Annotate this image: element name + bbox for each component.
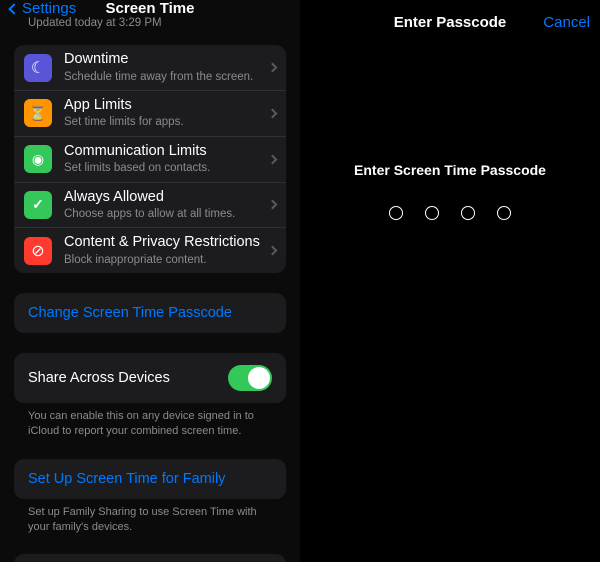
turn-off-button[interactable]: Turn Off Screen Time — [14, 554, 286, 562]
contact-icon — [24, 145, 52, 173]
check-icon — [24, 191, 52, 219]
cell-main: Downtime Schedule time away from the scr… — [64, 51, 263, 84]
cell-main: Always Allowed Choose apps to allow at a… — [64, 189, 263, 222]
family-group: Set Up Screen Time for Family — [14, 459, 286, 499]
share-toggle[interactable] — [228, 365, 272, 391]
cell-main: Communication Limits Set limits based on… — [64, 143, 263, 176]
cell-title: Always Allowed — [64, 189, 263, 206]
cell-always-allowed[interactable]: Always Allowed Choose apps to allow at a… — [14, 182, 286, 228]
setup-family-label: Set Up Screen Time for Family — [28, 471, 225, 487]
left-content[interactable]: Updated today at 3:29 PM Downtime Schedu… — [0, 17, 300, 562]
features-group: Downtime Schedule time away from the scr… — [14, 45, 286, 273]
passcode-dots[interactable] — [300, 206, 600, 220]
cell-main: App Limits Set time limits for apps. — [64, 97, 263, 130]
passcode-pane: Enter Passcode Cancel Enter Screen Time … — [300, 0, 600, 562]
share-footer: You can enable this on any device signed… — [14, 403, 286, 439]
share-group: Share Across Devices — [14, 353, 286, 403]
chevron-right-icon — [268, 200, 278, 210]
page-title: Screen Time — [106, 0, 195, 17]
passcode-dot — [497, 206, 511, 220]
family-footer: Set up Family Sharing to use Screen Time… — [14, 499, 286, 535]
chevron-left-icon — [8, 3, 19, 14]
chevron-right-icon — [268, 63, 278, 73]
cell-title: Content & Privacy Restrictions — [64, 234, 263, 251]
change-passcode-button[interactable]: Change Screen Time Passcode — [14, 293, 286, 333]
no-icon — [24, 237, 52, 265]
back-button[interactable]: Settings — [10, 0, 76, 17]
cell-title: Downtime — [64, 51, 263, 68]
cell-sub: Choose apps to allow at all times. — [64, 207, 263, 221]
share-label: Share Across Devices — [28, 370, 228, 386]
navbar-right: Enter Passcode Cancel — [300, 0, 600, 44]
share-devices-row[interactable]: Share Across Devices — [14, 353, 286, 403]
passcode-dot — [461, 206, 475, 220]
cell-app-limits[interactable]: App Limits Set time limits for apps. — [14, 90, 286, 136]
screen-time-pane: Settings Screen Time Updated today at 3:… — [0, 0, 300, 562]
cell-title: App Limits — [64, 97, 263, 114]
passcode-dot — [425, 206, 439, 220]
cell-content-privacy[interactable]: Content & Privacy Restrictions Block ina… — [14, 227, 286, 273]
turnoff-group: Turn Off Screen Time — [14, 554, 286, 562]
chevron-right-icon — [268, 246, 278, 256]
moon-icon — [24, 54, 52, 82]
cell-title: Communication Limits — [64, 143, 263, 160]
setup-family-button[interactable]: Set Up Screen Time for Family — [14, 459, 286, 499]
cell-downtime[interactable]: Downtime Schedule time away from the scr… — [14, 45, 286, 90]
cell-sub: Schedule time away from the screen. — [64, 70, 263, 84]
change-passcode-label: Change Screen Time Passcode — [28, 305, 232, 321]
hourglass-icon — [24, 99, 52, 127]
back-label: Settings — [22, 0, 76, 17]
passcode-dot — [389, 206, 403, 220]
passcode-title: Enter Passcode — [394, 14, 507, 31]
updated-label: Updated today at 3:29 PM — [14, 17, 286, 37]
cell-main: Content & Privacy Restrictions Block ina… — [64, 234, 263, 267]
chevron-right-icon — [268, 154, 278, 164]
passcode-prompt: Enter Screen Time Passcode — [300, 162, 600, 178]
cancel-button[interactable]: Cancel — [543, 14, 590, 31]
cell-communication-limits[interactable]: Communication Limits Set limits based on… — [14, 136, 286, 182]
navbar-left: Settings Screen Time — [0, 0, 300, 17]
cell-sub: Set limits based on contacts. — [64, 161, 263, 175]
cell-sub: Set time limits for apps. — [64, 115, 263, 129]
cell-sub: Block inappropriate content. — [64, 253, 263, 267]
change-passcode-group: Change Screen Time Passcode — [14, 293, 286, 333]
chevron-right-icon — [268, 108, 278, 118]
